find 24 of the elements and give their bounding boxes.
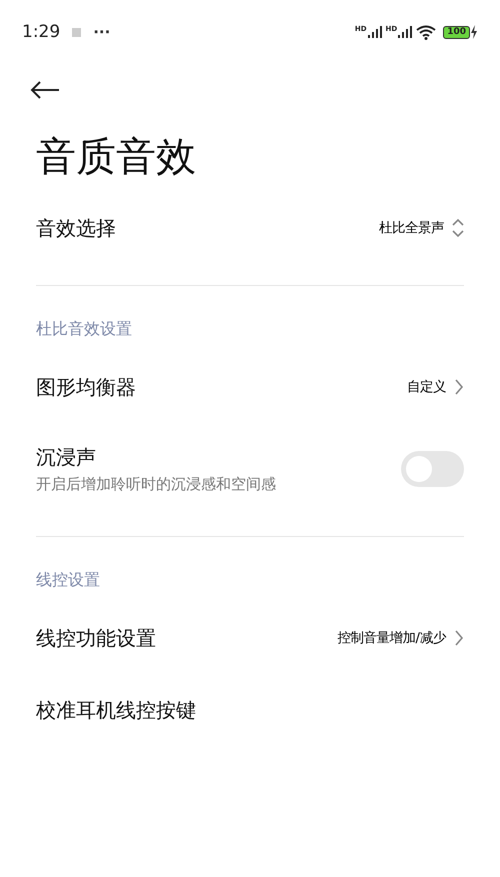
- setting-value-link[interactable]: 控制音量增加/减少: [338, 629, 464, 647]
- chevron-right-icon: [454, 629, 464, 647]
- status-time: 1:29: [22, 22, 60, 42]
- section-header: 杜比音效设置: [36, 318, 133, 340]
- signal-icon: [368, 26, 382, 38]
- notification-icon: [72, 28, 82, 36]
- signal-icon: [398, 26, 412, 38]
- back-arrow-icon: [30, 80, 60, 100]
- setting-description: 开启后增加聆听时的沉浸感和空间感: [36, 475, 276, 494]
- setting-label: 音效选择: [36, 214, 116, 242]
- setting-label: 校准耳机线控按键: [36, 696, 196, 724]
- up-down-icon: [452, 218, 464, 238]
- battery-level: 100: [443, 26, 470, 38]
- section-header: 线控设置: [36, 569, 101, 591]
- setting-label: 沉浸声: [36, 444, 97, 471]
- toggle-switch[interactable]: [401, 451, 464, 487]
- wifi-icon: [416, 24, 436, 40]
- setting-label: 线控功能设置: [36, 624, 156, 652]
- setting-label: 图形均衡器: [36, 374, 136, 400]
- setting-value-link[interactable]: 自定义: [407, 378, 464, 396]
- chevron-right-icon: [454, 378, 464, 396]
- page-title: 音质音效: [36, 133, 197, 182]
- more-notifications: ···: [93, 23, 110, 41]
- effect-select[interactable]: 杜比全景声: [379, 218, 464, 238]
